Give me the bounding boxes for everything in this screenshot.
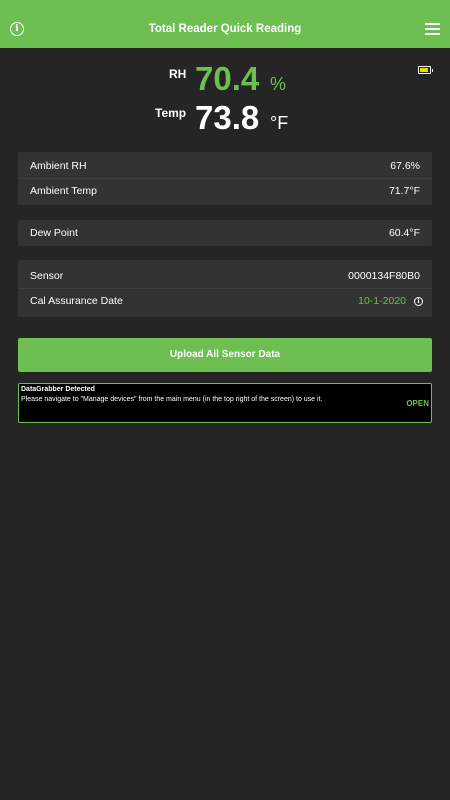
- ambient-rh-value: 67.6%: [390, 160, 420, 172]
- cal-date-row: Cal Assurance Date 10-1-2020 i: [18, 288, 432, 313]
- ambient-card: Ambient RH 67.6% Ambient Temp 71.7°F: [18, 152, 432, 205]
- sensor-label: Sensor: [30, 270, 64, 282]
- dew-point-row: Dew Point 60.4°F: [18, 221, 432, 245]
- cal-info-icon[interactable]: i: [414, 297, 423, 306]
- battery-icon: [418, 66, 433, 74]
- sensor-id-value: 0000134F80B0: [348, 270, 420, 282]
- ambient-temp-row: Ambient Temp 71.7°F: [18, 178, 432, 203]
- rh-label: RH: [169, 67, 187, 81]
- ambient-rh-row: Ambient RH 67.6%: [18, 154, 432, 178]
- dew-point-label: Dew Point: [30, 227, 78, 239]
- sensor-row: Sensor 0000134F80B0: [18, 264, 432, 288]
- dew-point-value: 60.4°F: [388, 227, 420, 239]
- notice-title: DataGrabber Detected: [21, 386, 95, 393]
- dew-point-card: Dew Point 60.4°F: [18, 220, 432, 246]
- notice-open-button[interactable]: OPEN: [406, 399, 429, 408]
- ambient-temp-label: Ambient Temp: [30, 185, 97, 197]
- upload-all-button[interactable]: Upload All Sensor Data: [18, 338, 432, 372]
- ambient-rh-label: Ambient RH: [30, 160, 87, 172]
- hamburger-menu-icon[interactable]: [425, 23, 440, 35]
- page-title: Total Reader Quick Reading: [148, 23, 302, 35]
- app-header: i Total Reader Quick Reading: [0, 0, 450, 48]
- rh-value: 70.4: [195, 60, 260, 97]
- temp-unit: °F: [270, 113, 289, 133]
- temp-value: 73.8: [195, 99, 260, 136]
- sensor-card: Sensor 0000134F80B0 Cal Assurance Date 1…: [18, 260, 432, 317]
- cal-date-value: 10-1-2020: [358, 295, 406, 307]
- rh-unit: %: [270, 74, 287, 94]
- notice-text: Please navigate to "Manage devices" from…: [21, 396, 323, 403]
- datagrabber-notice: DataGrabber Detected Please navigate to …: [18, 383, 432, 423]
- temp-label: Temp: [155, 106, 187, 120]
- cal-date-label: Cal Assurance Date: [30, 295, 123, 307]
- ambient-temp-value: 71.7°F: [388, 185, 420, 197]
